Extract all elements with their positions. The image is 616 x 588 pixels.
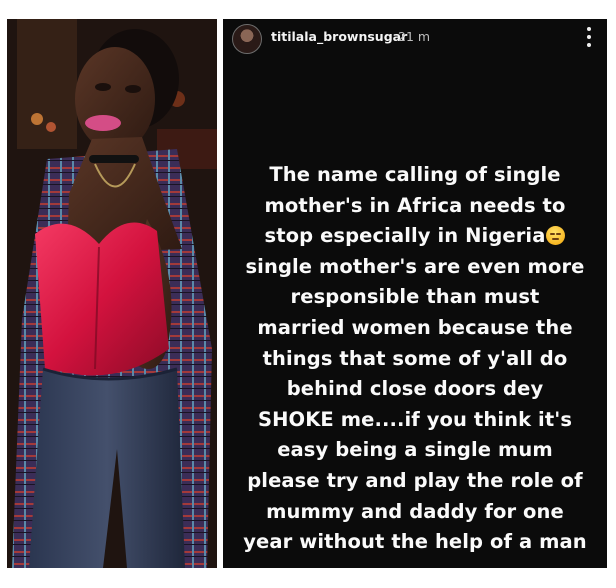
caption-line: married women because the [257,315,573,339]
caption-line: year without the help of a man [243,530,587,554]
caption-line: things that some of y'all do [262,346,568,370]
more-vertical-icon[interactable] [586,26,592,48]
caption-line-with-emoji: stop especially in Nigeria [223,221,607,252]
story-caption: The name calling of single mother's in A… [223,160,607,558]
caption-line: behind close doors dey [286,377,544,401]
caption-line: SHOKE me....if you think it's [257,407,573,431]
avatar[interactable] [232,24,262,54]
story-username[interactable]: titilala_brownsugar [271,29,407,44]
story-timestamp: 21 m [398,29,431,44]
caption-line: easy being a single mum [277,438,553,462]
profile-photo [7,19,217,568]
caption-line: please try and play the role of [247,468,583,492]
story-header: titilala_brownsugar 21 m [223,19,607,59]
caption-line: mother's in Africa needs to [264,193,566,217]
caption-line: responsible than must [290,285,540,309]
caption-line: mummy and daddy for one [266,499,564,523]
woman-photo-illustration [7,19,217,568]
caption-line: The name calling of single [269,163,561,186]
caption-line: single mother's are even more [245,254,585,278]
story-view: titilala_brownsugar 21 m The name callin… [223,19,607,568]
caption-line-text: stop especially in Nigeria [264,224,546,248]
unamused-face-icon [546,226,566,246]
